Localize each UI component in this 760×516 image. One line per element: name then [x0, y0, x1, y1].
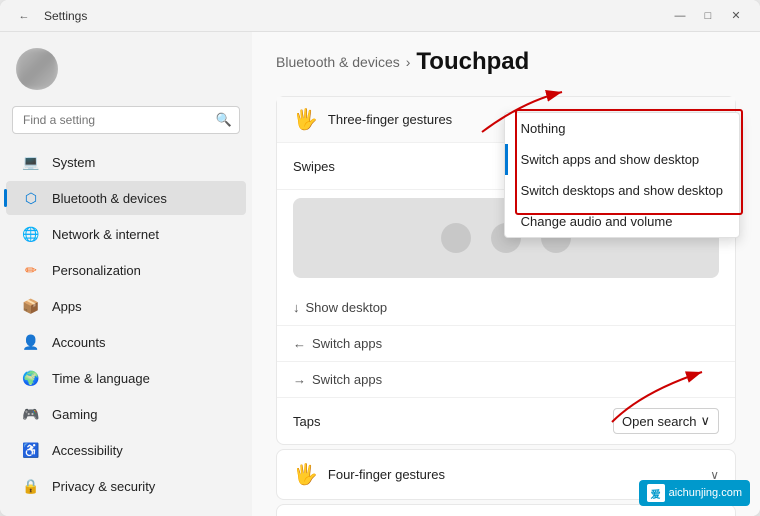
taps-dropdown[interactable]: Open search ∨: [613, 408, 719, 434]
section-label: 🖐 Three-finger gestures: [293, 107, 452, 132]
avatar-image: [16, 48, 58, 90]
title-bar-controls: — □ ✕: [668, 4, 748, 28]
settings-window: ← Settings — □ ✕ 🔍 💻: [0, 0, 760, 516]
breadcrumb: Bluetooth & devices › Touchpad: [276, 48, 736, 76]
title-bar: ← Settings — □ ✕: [0, 0, 760, 32]
swipes-label: Swipes: [293, 159, 335, 174]
switch-apps-right-label: → Switch apps: [293, 372, 382, 387]
dropdown-option-audio[interactable]: Change audio and volume: [505, 206, 739, 237]
arrow-down-icon: ↓: [293, 300, 300, 315]
switch-apps-left-row: ← Switch apps: [277, 326, 735, 362]
sidebar-item-accessibility[interactable]: ♿ Accessibility: [6, 433, 246, 467]
sidebar-item-accounts[interactable]: 👤 Accounts: [6, 325, 246, 359]
chevron-down-icon-taps: ∨: [700, 413, 710, 429]
taps-row: Taps Open search ∨: [277, 398, 735, 444]
three-finger-title: Three-finger gestures: [328, 112, 452, 127]
hand-icon: 🖐: [293, 107, 318, 132]
gaming-icon: 🎮: [22, 405, 40, 423]
switch-apps-right-text: Switch apps: [312, 372, 382, 387]
hand-icon-four: 🖐: [293, 462, 318, 487]
breadcrumb-separator: ›: [406, 54, 411, 70]
sidebar-item-label: Bluetooth & devices: [52, 191, 167, 206]
accounts-icon: 👤: [22, 333, 40, 351]
watermark-text: aichunjing.com: [669, 487, 742, 499]
system-icon: 💻: [22, 153, 40, 171]
sidebar-item-apps[interactable]: 📦 Apps: [6, 289, 246, 323]
sidebar-item-label: System: [52, 155, 95, 170]
network-icon: 🌐: [22, 225, 40, 243]
sidebar-item-label: Accounts: [52, 335, 105, 350]
sidebar-item-system[interactable]: 💻 System: [6, 145, 246, 179]
sidebar-item-label: Personalization: [52, 263, 141, 278]
breadcrumb-current: Touchpad: [416, 48, 529, 76]
sidebar-item-personalization[interactable]: ✏ Personalization: [6, 253, 246, 287]
show-desktop-row: ↓ Show desktop: [277, 290, 735, 326]
window-title: Settings: [44, 9, 87, 23]
sidebar-item-privacy[interactable]: 🔒 Privacy & security: [6, 469, 246, 503]
search-icon: 🔍: [216, 112, 232, 128]
back-button[interactable]: ←: [12, 4, 36, 28]
four-finger-title: Four-finger gestures: [328, 467, 445, 482]
accessibility-icon: ♿: [22, 441, 40, 459]
show-desktop-text: Show desktop: [306, 300, 388, 315]
dropdown-option-switch-show[interactable]: Switch apps and show desktop: [505, 144, 739, 175]
title-bar-left: ← Settings: [12, 4, 87, 28]
sidebar-item-label: Network & internet: [52, 227, 159, 242]
sidebar-item-update[interactable]: ⟳ Windows Update: [6, 505, 246, 516]
switch-apps-left-text: Switch apps: [312, 336, 382, 351]
switch-apps-right-row: → Switch apps: [277, 362, 735, 398]
sidebar: 🔍 💻 System ⬡ Bluetooth & devices 🌐 Netwo…: [0, 32, 252, 516]
taps-label: Taps: [293, 414, 320, 429]
profile-section: [0, 40, 252, 102]
sidebar-item-label: Apps: [52, 299, 82, 314]
sidebar-item-bluetooth[interactable]: ⬡ Bluetooth & devices: [6, 181, 246, 215]
sidebar-item-label: Time & language: [52, 371, 150, 386]
sidebar-item-label: Privacy & security: [52, 479, 155, 494]
watermark: 爱 aichunjing.com: [639, 480, 750, 506]
finger-dot-1: [441, 223, 471, 253]
time-icon: 🌍: [22, 369, 40, 387]
sidebar-item-time[interactable]: 🌍 Time & language: [6, 361, 246, 395]
maximize-button[interactable]: □: [696, 4, 720, 28]
swipes-dropdown-popup: Nothing Switch apps and show desktop Swi…: [504, 112, 740, 238]
show-desktop-label: ↓ Show desktop: [293, 300, 387, 315]
minimize-button[interactable]: —: [668, 4, 692, 28]
privacy-icon: 🔒: [22, 477, 40, 495]
content-area: 🔍 💻 System ⬡ Bluetooth & devices 🌐 Netwo…: [0, 32, 760, 516]
section-label: 🖐 Four-finger gestures: [293, 462, 445, 487]
search-box: 🔍: [12, 106, 240, 134]
arrow-right-icon: →: [293, 372, 306, 387]
main-content: Bluetooth & devices › Touchpad 🖐 Three-f…: [252, 32, 760, 516]
taps-dropdown-value: Open search: [622, 414, 696, 429]
sidebar-item-label: Gaming: [52, 407, 98, 422]
arrow-left-icon: ←: [293, 336, 306, 351]
apps-icon: 📦: [22, 297, 40, 315]
avatar: [16, 48, 58, 90]
search-input[interactable]: [12, 106, 240, 134]
watermark-icon: 爱: [647, 484, 665, 502]
switch-apps-left-label: ← Switch apps: [293, 336, 382, 351]
dropdown-option-switch-desktops[interactable]: Switch desktops and show desktop: [505, 175, 739, 206]
sidebar-item-gaming[interactable]: 🎮 Gaming: [6, 397, 246, 431]
sidebar-item-label: Accessibility: [52, 443, 123, 458]
dropdown-option-nothing[interactable]: Nothing: [505, 113, 739, 144]
breadcrumb-parent: Bluetooth & devices: [276, 54, 400, 70]
sidebar-item-network[interactable]: 🌐 Network & internet: [6, 217, 246, 251]
bluetooth-icon: ⬡: [22, 189, 40, 207]
close-button[interactable]: ✕: [724, 4, 748, 28]
personalization-icon: ✏: [22, 261, 40, 279]
